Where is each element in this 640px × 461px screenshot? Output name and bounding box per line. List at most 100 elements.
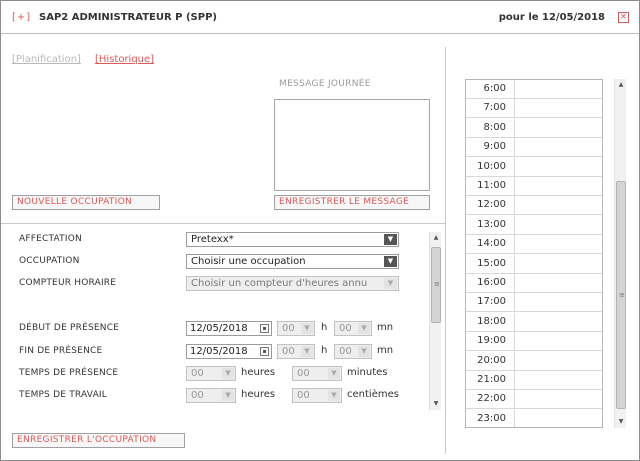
hour-row[interactable]: 15:00 [466, 254, 602, 274]
hour-label: 16:00 [477, 277, 506, 288]
travail-hours-unit: heures [241, 389, 276, 400]
hour-row[interactable]: 10:00 [466, 157, 602, 177]
schedule-scroll-thumb[interactable]: ≡ [616, 181, 626, 409]
grip-icon: ≡ [434, 280, 440, 288]
hour-row[interactable]: 11:00 [466, 177, 602, 196]
hour-label: 20:00 [477, 354, 506, 366]
hour-label: 18:00 [477, 315, 506, 327]
chevron-down-icon[interactable]: ▼ [358, 346, 370, 357]
hour-row[interactable]: 18:00 [466, 312, 602, 332]
hour-row[interactable]: 16:00 [466, 274, 602, 293]
chevron-down-icon[interactable]: ▼ [384, 234, 397, 245]
hour-label: 13:00 [477, 218, 506, 230]
chevron-down-icon[interactable]: ▼ [328, 390, 340, 401]
close-icon[interactable]: × [618, 12, 629, 23]
hour-divider [514, 118, 515, 138]
fin-date-value: 12/05/2018 [190, 346, 248, 357]
hour-label: 11:00 [477, 180, 506, 191]
hour-row[interactable]: 21:00 [466, 371, 602, 390]
chevron-down-icon[interactable]: ▼ [328, 368, 340, 379]
hour-divider [514, 254, 515, 274]
occupation-select[interactable]: Choisir une occupation ▼ [186, 254, 399, 269]
save-occupation-button[interactable]: ENREGISTRER L'OCCUPATION [12, 433, 185, 448]
scroll-down-icon[interactable]: ▼ [616, 417, 626, 427]
hour-divider [514, 138, 515, 158]
debut-mn-unit: mn [377, 322, 394, 333]
hour-divider [514, 351, 515, 371]
hour-row[interactable]: 19:00 [466, 332, 602, 352]
scroll-down-icon[interactable]: ▼ [431, 399, 441, 409]
hour-row[interactable]: 22:00 [466, 390, 602, 410]
hour-row[interactable]: 7:00 [466, 99, 602, 119]
hour-row[interactable]: 8:00 [466, 118, 602, 138]
affectation-label: AFFECTATION [19, 234, 82, 244]
presence-minutes-select[interactable]: 00 ▼ [292, 366, 342, 381]
calendar-icon[interactable]: ▪ [260, 324, 269, 333]
presence-hours-unit: heures [241, 367, 276, 378]
hour-divider [514, 293, 515, 313]
travail-cent-select[interactable]: 00 ▼ [292, 388, 342, 403]
grip-icon: ≡ [619, 291, 625, 299]
chevron-down-icon[interactable]: ▼ [222, 390, 234, 401]
presence-hours-value: 00 [191, 368, 204, 379]
fin-minute-value: 00 [339, 346, 352, 357]
travail-cent-unit: centièmes [347, 389, 399, 400]
schedule-scrollbar[interactable]: ▲ ≡ ▼ [614, 79, 626, 428]
chevron-down-icon[interactable]: ▼ [384, 256, 397, 267]
expand-toggle[interactable]: [+] [12, 12, 31, 23]
temps-presence-label: TEMPS DE PRÉSENCE [19, 368, 119, 378]
affectation-select[interactable]: Pretexx* ▼ [186, 232, 399, 247]
fin-minute-select[interactable]: 00 ▼ [334, 344, 372, 359]
debut-label: DÉBUT DE PRÉSENCE [19, 323, 120, 333]
scroll-up-icon[interactable]: ▲ [616, 80, 626, 90]
form-scroll-thumb[interactable]: ≡ [431, 247, 441, 323]
debut-date-value: 12/05/2018 [190, 323, 248, 334]
presence-hours-select[interactable]: 00 ▼ [186, 366, 236, 381]
hour-row[interactable]: 23:00 [466, 409, 602, 427]
tab-planification[interactable]: [Planification] [12, 54, 81, 65]
fin-hour-select[interactable]: 00 ▼ [277, 344, 315, 359]
hour-label: 23:00 [477, 412, 506, 424]
chevron-down-icon[interactable]: ▼ [358, 323, 370, 334]
form-scrollbar[interactable]: ▲ ≡ ▼ [429, 232, 441, 410]
calendar-icon[interactable]: ▪ [260, 347, 269, 356]
debut-hour-value: 00 [282, 323, 295, 334]
travail-hours-value: 00 [191, 390, 204, 401]
hour-divider [514, 196, 515, 216]
chevron-down-icon[interactable]: ▼ [384, 278, 397, 289]
hour-row[interactable]: 20:00 [466, 351, 602, 371]
hour-divider [514, 312, 515, 332]
hour-divider [514, 177, 515, 196]
travail-hours-select[interactable]: 00 ▼ [186, 388, 236, 403]
compteur-select[interactable]: Choisir un compteur d'heures annu ▼ [186, 276, 399, 291]
fin-date-input[interactable]: 12/05/2018 ▪ [186, 344, 272, 359]
occupation-label: OCCUPATION [19, 256, 80, 266]
hour-label: 9:00 [483, 141, 506, 153]
debut-hour-select[interactable]: 00 ▼ [277, 321, 315, 336]
hour-row[interactable]: 9:00 [466, 138, 602, 158]
occupation-window: [+] SAP2 ADMINISTRATEUR P (SPP) pour le … [0, 0, 640, 461]
hour-row[interactable]: 14:00 [466, 235, 602, 255]
compteur-label: COMPTEUR HORAIRE [19, 278, 117, 288]
save-message-button[interactable]: ENREGISTRER LE MESSAGE [274, 195, 430, 210]
hour-row[interactable]: 6:00 [466, 80, 602, 99]
debut-minute-select[interactable]: 00 ▼ [334, 321, 372, 336]
hour-label: 6:00 [483, 83, 506, 94]
hour-label: 21:00 [477, 374, 506, 385]
hour-label: 12:00 [477, 199, 506, 211]
message-textarea[interactable] [274, 99, 430, 191]
tab-historique[interactable]: [Historique] [95, 54, 154, 65]
hour-row[interactable]: 13:00 [466, 215, 602, 235]
chevron-down-icon[interactable]: ▼ [301, 346, 313, 357]
hour-row[interactable]: 17:00 [466, 293, 602, 313]
hour-row[interactable]: 12:00 [466, 196, 602, 216]
scroll-up-icon[interactable]: ▲ [431, 233, 441, 243]
hour-label: 19:00 [477, 335, 506, 347]
hour-label: 7:00 [483, 102, 506, 114]
new-occupation-button[interactable]: NOUVELLE OCCUPATION [12, 195, 160, 210]
hour-label: 17:00 [477, 296, 506, 308]
chevron-down-icon[interactable]: ▼ [301, 323, 313, 334]
hour-divider [514, 332, 515, 352]
debut-date-input[interactable]: 12/05/2018 ▪ [186, 321, 272, 336]
chevron-down-icon[interactable]: ▼ [222, 368, 234, 379]
